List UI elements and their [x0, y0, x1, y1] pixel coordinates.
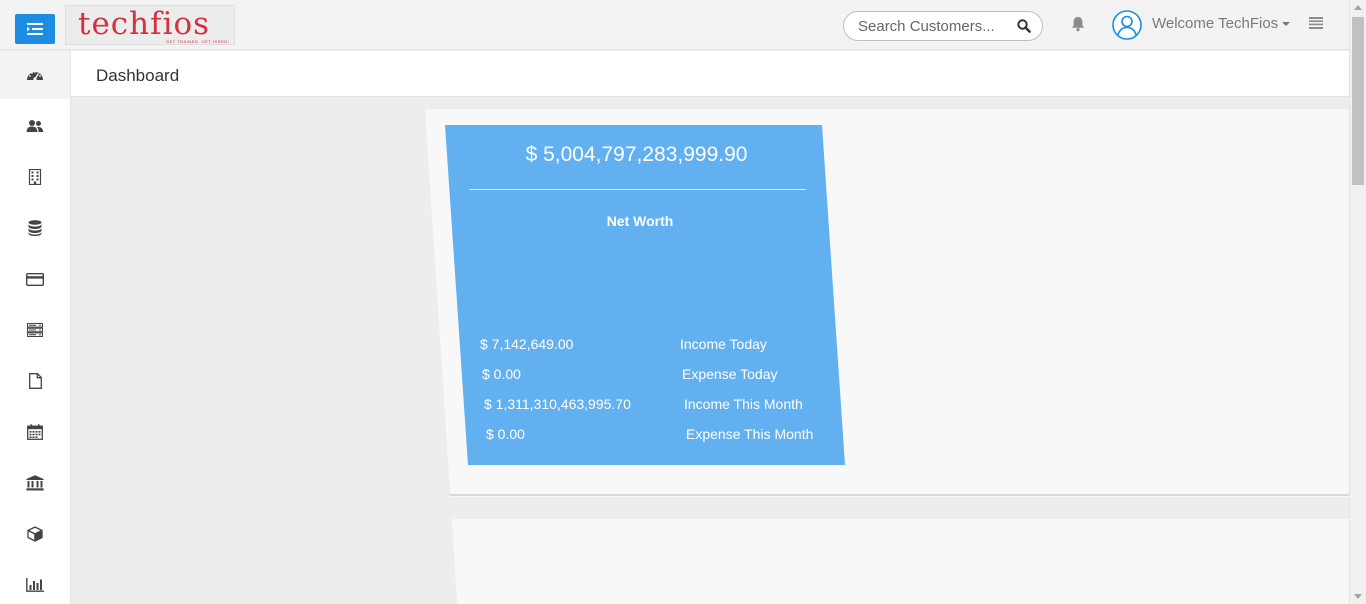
sidebar [0, 51, 71, 604]
panel-divider [450, 494, 1350, 496]
search-icon[interactable] [1017, 19, 1031, 33]
expense-month-value: $ 0.00 [486, 426, 525, 442]
scroll-up-arrow-icon[interactable] [1354, 5, 1362, 10]
sidebar-item-payments[interactable] [0, 255, 70, 303]
expense-today-value: $ 0.00 [482, 366, 521, 382]
user-menu[interactable]: Welcome TechFios [1152, 15, 1278, 32]
sidebar-item-transactions[interactable] [0, 204, 70, 252]
credit-card-icon [26, 272, 44, 286]
page-header: Dashboard [71, 51, 1349, 97]
income-today-value: $ 7,142,649.00 [480, 336, 574, 352]
right-panel-icon[interactable] [1309, 17, 1323, 29]
sidebar-item-banks[interactable] [0, 459, 70, 507]
income-month-label: Income This Month [684, 396, 803, 412]
search-box [843, 11, 1043, 41]
menu-toggle-button[interactable] [15, 14, 55, 44]
sidebar-item-customers[interactable] [0, 102, 70, 150]
sidebar-item-services[interactable] [0, 306, 70, 354]
building-icon [28, 169, 42, 185]
users-icon [26, 120, 44, 132]
search-input[interactable] [858, 17, 1008, 35]
net-worth-card: $ 5,004,797,283,999.90 Net Worth $ 7,142… [445, 125, 845, 465]
file-icon [28, 373, 42, 389]
cube-icon [27, 526, 43, 542]
logo-text: techfios [78, 6, 211, 42]
sidebar-item-products[interactable] [0, 510, 70, 558]
menu-icon [27, 23, 43, 35]
income-today-label: Income Today [680, 336, 767, 352]
sidebar-item-dashboard[interactable] [0, 51, 70, 99]
server-icon [27, 323, 43, 337]
sidebar-item-reports[interactable] [0, 561, 70, 604]
sidebar-item-documents[interactable] [0, 357, 70, 405]
database-icon [28, 220, 42, 236]
sidebar-item-calendar[interactable] [0, 408, 70, 456]
bell-icon[interactable] [1071, 16, 1085, 32]
expense-today-label: Expense Today [682, 366, 778, 382]
sidebar-item-companies[interactable] [0, 153, 70, 201]
expense-month-label: Expense This Month [686, 426, 814, 442]
net-worth-value: $ 5,004,797,283,999.90 [525, 143, 748, 166]
chevron-down-icon[interactable] [1282, 22, 1290, 26]
logo-tagline: GET TRAINED. GET HIRED! [166, 39, 230, 44]
techfios-logo[interactable]: techfios GET TRAINED. GET HIRED! [65, 5, 235, 45]
calendar-icon [27, 424, 43, 440]
scroll-thumb[interactable] [1352, 17, 1364, 185]
page-title: Dashboard [96, 66, 180, 85]
avatar-icon[interactable] [1112, 10, 1142, 40]
net-worth-label: Net Worth [606, 213, 674, 229]
dashboard-icon [27, 71, 43, 81]
divider [469, 189, 806, 190]
dashboard-panel-secondary [452, 519, 1352, 604]
page-scrollbar[interactable] [1349, 0, 1366, 604]
top-bar: techfios GET TRAINED. GET HIRED! Welcome… [0, 0, 1349, 50]
bar-chart-icon [26, 578, 44, 592]
income-month-value: $ 1,311,310,463,995.70 [484, 396, 631, 412]
bank-icon [26, 475, 44, 491]
scroll-down-arrow-icon[interactable] [1354, 594, 1362, 599]
